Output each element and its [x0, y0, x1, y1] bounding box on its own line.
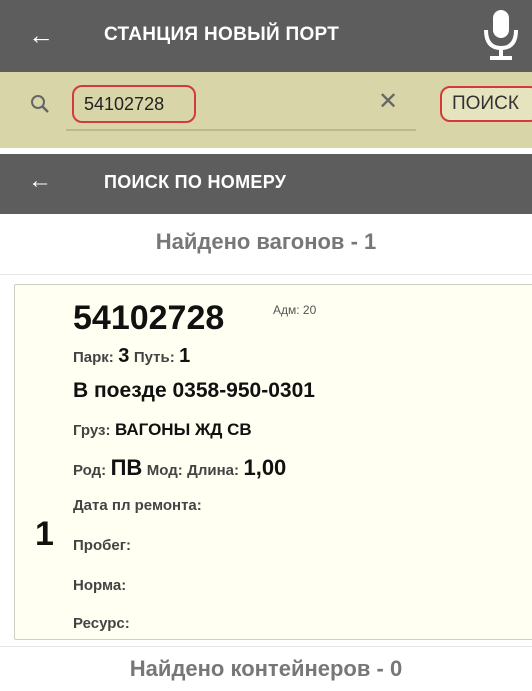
resource-label: Ресурс:	[73, 615, 130, 633]
resource-label-text: Ресурс:	[73, 615, 130, 632]
microphone-icon[interactable]	[478, 6, 524, 66]
park-track-line: Парк: 3 Путь: 1	[73, 345, 190, 368]
search-icon	[31, 95, 49, 113]
back-arrow-icon[interactable]: ←	[28, 169, 52, 193]
mileage-label: Пробег:	[73, 537, 131, 555]
found-containers-count: Найдено контейнеров - 0	[0, 646, 532, 687]
wagon-number: 54102728	[73, 299, 225, 337]
cargo-label: Груз:	[73, 422, 111, 439]
search-bar: 54102728 ✕ ПОИСК	[0, 72, 532, 148]
search-button[interactable]: ПОИСК	[440, 86, 532, 122]
length-label: Длина:	[187, 462, 240, 479]
adm-value: Адм: 20	[273, 303, 317, 317]
cargo-value: ВАГОНЫ ЖД СВ	[114, 420, 252, 439]
cargo-line: Груз: ВАГОНЫ ЖД СВ	[73, 420, 252, 440]
kind-label: Род:	[73, 462, 107, 479]
track-value: 1	[179, 345, 191, 367]
wagon-card[interactable]: 1 54102728 Адм: 20 Парк: 3 Путь: 1 В пое…	[14, 284, 532, 640]
search-underline	[66, 129, 416, 131]
mileage-label-text: Пробег:	[73, 537, 131, 554]
repair-date-label: Дата пл ремонта:	[73, 497, 202, 515]
wagon-index: 1	[35, 515, 54, 553]
train-info: В поезде 0358-950-0301	[73, 379, 315, 402]
back-arrow-icon[interactable]: ←	[28, 22, 54, 48]
section-title: ПОИСК ПО НОМЕРУ	[104, 172, 287, 192]
close-icon[interactable]: ✕	[378, 90, 398, 114]
mod-label: Мод:	[146, 462, 183, 479]
norm-label: Норма:	[73, 577, 126, 595]
app-bar: ← СТАНЦИЯ НОВЫЙ ПОРТ	[0, 0, 532, 72]
track-label: Путь:	[133, 349, 175, 366]
park-label: Парк:	[73, 349, 114, 366]
found-wagons-count: Найдено вагонов - 1	[0, 214, 532, 275]
length-value: 1,00	[243, 455, 287, 480]
app-title: СТАНЦИЯ НОВЫЙ ПОРТ	[104, 24, 340, 45]
repair-label-text: Дата пл ремонта:	[73, 497, 202, 514]
norm-label-text: Норма:	[73, 577, 127, 594]
kind-value: ПВ	[110, 455, 143, 480]
search-input[interactable]: 54102728	[72, 85, 196, 123]
park-value: 3	[118, 345, 130, 367]
kind-line: Род: ПВ Мод: Длина: 1,00	[73, 455, 286, 481]
section-header: ← ПОИСК ПО НОМЕРУ	[0, 154, 532, 214]
